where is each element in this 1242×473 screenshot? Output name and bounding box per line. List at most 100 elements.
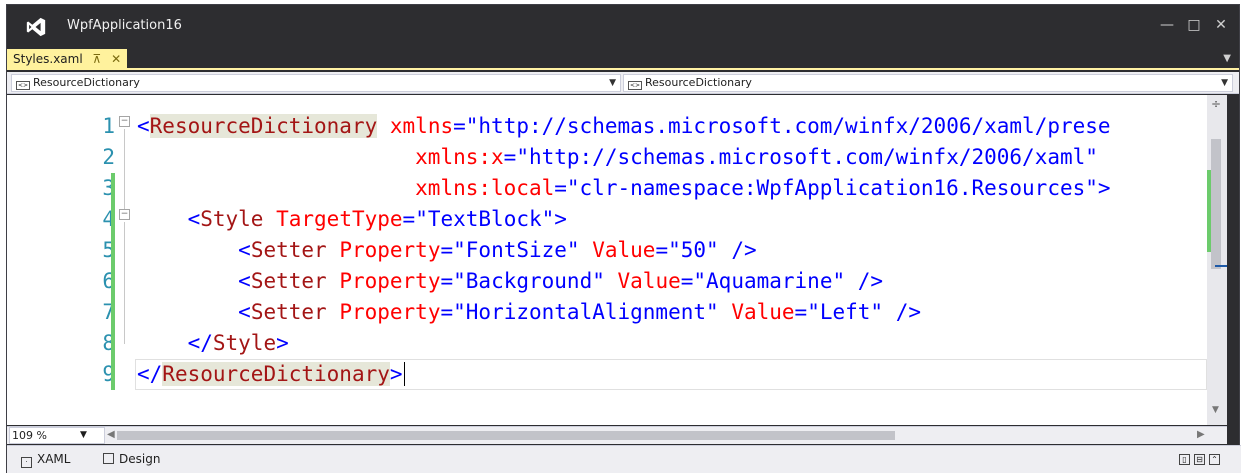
code-token: "Background"	[453, 269, 605, 293]
code-line[interactable]: <Style TargetType="TextBlock">	[137, 204, 567, 235]
scroll-down-icon[interactable]: ▼	[1212, 405, 1219, 415]
code-token: Style	[200, 207, 264, 231]
design-tab-label: Design	[119, 452, 161, 466]
code-line[interactable]: xmlns:local="clr-namespace:WpfApplicatio…	[137, 173, 1111, 204]
code-token: Property	[339, 238, 441, 262]
change-indicator	[111, 297, 115, 328]
code-line[interactable]: <Setter Property="HorizontalAlignment" V…	[137, 297, 921, 328]
maximize-icon[interactable]: □	[1180, 13, 1208, 37]
close-window-icon[interactable]: ✕	[1207, 13, 1235, 37]
caret-marker	[1215, 265, 1227, 267]
horizontal-scrollbar-thumb[interactable]	[117, 431, 895, 440]
outline-line	[124, 129, 125, 211]
code-line[interactable]: xmlns:x="http://schemas.microsoft.com/wi…	[137, 142, 1098, 173]
collapse-pane-icon[interactable]: ⌃	[1209, 454, 1220, 465]
close-tab-icon[interactable]: ✕	[111, 49, 121, 70]
code-token: />	[731, 238, 757, 262]
code-line[interactable]: <Setter Property="FontSize" Value="50" /…	[137, 235, 757, 266]
code-token: />	[895, 300, 921, 324]
horizontal-split-icon[interactable]: ⊟	[1194, 454, 1205, 465]
tab-label: Styles.xaml	[13, 52, 83, 66]
code-token: "http://schemas.microsoft.com/winfx/2006…	[516, 145, 1098, 169]
code-token: =	[655, 238, 669, 262]
code-token: =	[503, 145, 517, 169]
code-token: Style	[212, 331, 277, 355]
title-bar: WpfApplication16 — □ ✕	[7, 5, 1239, 49]
zoom-level: 109 %	[12, 429, 47, 442]
code-token: =	[794, 300, 808, 324]
xaml-view-icon: ·	[21, 457, 32, 468]
zoom-dropdown[interactable]: 109 % ▼	[9, 427, 105, 444]
code-token: "http://schemas.microsoft.com/winfx/2006…	[465, 114, 1111, 138]
code-line[interactable]: <ResourceDictionary xmlns="http://schema…	[137, 111, 1111, 142]
tab-overflow-dropdown-icon[interactable]: ▼	[1223, 53, 1231, 64]
code-token: TargetType	[276, 207, 403, 231]
code-token: />	[857, 269, 884, 293]
code-token: <	[187, 207, 201, 231]
navigation-bar: <> ResourceDictionary ▼ <> ResourceDiction…	[7, 72, 1239, 94]
document-tab-strip: Styles.xaml ⊼ ✕ ▼	[7, 49, 1239, 70]
code-token: =	[440, 300, 454, 324]
minimize-icon[interactable]: —	[1153, 13, 1181, 37]
code-token: </	[187, 331, 213, 355]
code-token: >	[554, 207, 567, 231]
split-window-icon[interactable]: ÷	[1211, 97, 1221, 111]
code-token: >	[1097, 176, 1111, 200]
code-token: Property	[339, 300, 441, 324]
tab-xaml[interactable]: · XAML	[21, 450, 70, 468]
code-token: "50"	[668, 238, 719, 262]
vertical-scrollbar[interactable]	[1207, 95, 1227, 425]
code-token: =	[440, 269, 454, 293]
code-token: <	[137, 114, 150, 138]
scroll-left-icon[interactable]: ◀	[107, 429, 115, 440]
code-token: Value	[731, 300, 795, 324]
tab-styles-xaml[interactable]: Styles.xaml ⊼ ✕	[7, 49, 128, 70]
code-editor[interactable]: − − 1 2 3 4 5 6 7 8 9 <ResourceDictionary xmlns="…	[7, 95, 1227, 425]
vertical-split-icon[interactable]: ▯	[1179, 454, 1190, 465]
code-token: <	[238, 269, 251, 293]
code-token: =	[554, 176, 567, 200]
type-scope-dropdown[interactable]: <> ResourceDictionary ▼	[11, 74, 621, 92]
member-dropdown[interactable]: <> ResourceDictionary ▼	[623, 74, 1233, 92]
visual-studio-window: WpfApplication16 — □ ✕ Styles.xaml ⊼ ✕ ▼…	[6, 4, 1241, 473]
pin-icon[interactable]: ⊼	[93, 49, 102, 70]
code-line[interactable]: <Setter Property="Background" Value="Aqu…	[137, 266, 883, 297]
tab-design[interactable]: Design	[103, 450, 160, 468]
collapse-region-icon[interactable]: −	[119, 209, 130, 220]
scroll-right-icon[interactable]: ▶	[1197, 429, 1205, 440]
scrollbar-thumb[interactable]	[1211, 139, 1221, 269]
collapse-region-icon[interactable]: −	[119, 116, 130, 127]
change-indicator	[111, 204, 115, 235]
code-token: xmlns	[389, 114, 454, 138]
class-icon: <>	[16, 81, 30, 90]
code-token: Setter	[250, 300, 327, 324]
change-indicator	[111, 266, 115, 297]
code-token: "Aquamarine"	[693, 269, 846, 293]
change-indicator	[111, 235, 115, 266]
type-scope-value: ResourceDictionary	[33, 76, 140, 89]
code-token: =	[680, 269, 694, 293]
code-token: Setter	[250, 238, 327, 262]
code-token: "clr-namespace:WpfApplication16.Resource…	[566, 176, 1098, 200]
view-switch-bar: · XAML Design ▯ ⊟ ⌃	[7, 445, 1241, 473]
code-line[interactable]: </Style>	[137, 328, 289, 359]
code-token: "HorizontalAlignment"	[453, 300, 719, 324]
xaml-tab-label: XAML	[37, 452, 71, 466]
code-token: Setter	[250, 269, 327, 293]
code-token: Value	[592, 238, 656, 262]
chevron-down-icon: ▼	[1221, 78, 1228, 88]
change-indicator	[111, 173, 115, 204]
code-token: "FontSize"	[453, 238, 580, 262]
